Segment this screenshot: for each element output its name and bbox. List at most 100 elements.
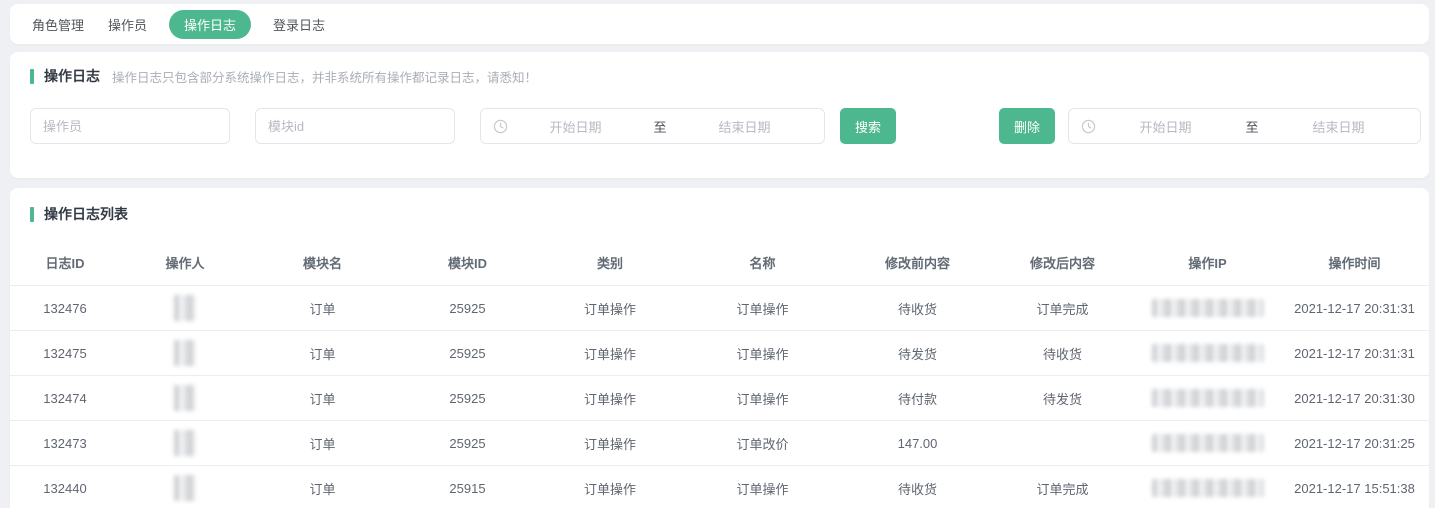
- cell-before-content: 待收货: [845, 286, 990, 330]
- search-section-title: 操作日志: [44, 66, 100, 86]
- cell-time: 2021-12-17 20:31:31: [1280, 331, 1429, 375]
- table-section-title: 操作日志列表: [44, 204, 128, 224]
- cell-operator: [120, 466, 250, 508]
- module-id-input[interactable]: [255, 108, 455, 144]
- table-row: 132474订单25925订单操作订单操作待付款待发货2021-12-17 20…: [10, 375, 1429, 420]
- cell-after-content: 订单完成: [990, 466, 1135, 508]
- cell-before-content: 待付款: [845, 376, 990, 420]
- cell-after-content: [990, 421, 1135, 465]
- table-row: 132440订单25915订单操作订单操作待收货订单完成2021-12-17 1…: [10, 465, 1429, 508]
- redacted-ip: [1152, 479, 1264, 497]
- cell-module-name: 订单: [250, 421, 395, 465]
- cell-after-content: 订单完成: [990, 286, 1135, 330]
- cell-ip: [1135, 376, 1280, 420]
- table-section-header: 操作日志列表: [10, 204, 1429, 224]
- date-separator: 至: [1235, 117, 1269, 136]
- cell-category: 订单操作: [540, 376, 680, 420]
- clock-icon: [493, 119, 508, 134]
- operation-log-table: 日志ID操作人模块名模块ID类别名称修改前内容修改后内容操作IP操作时间 132…: [10, 240, 1429, 508]
- cell-module-id: 25925: [395, 331, 540, 375]
- cell-time: 2021-12-17 15:51:38: [1280, 466, 1429, 508]
- cell-module-name: 订单: [250, 466, 395, 508]
- cell-ip: [1135, 286, 1280, 330]
- redacted-operator: [174, 475, 196, 501]
- redacted-operator: [174, 430, 196, 456]
- cell-before-content: 147.00: [845, 421, 990, 465]
- tab-operation-log[interactable]: 操作日志: [169, 10, 251, 39]
- cell-module-name: 订单: [250, 376, 395, 420]
- redacted-operator: [174, 295, 196, 321]
- cell-name: 订单操作: [680, 466, 845, 508]
- page: 角色管理操作员操作日志登录日志 操作日志 操作日志只包含部分系统操作日志，并非系…: [0, 0, 1435, 508]
- cell-time: 2021-12-17 20:31:30: [1280, 376, 1429, 420]
- tab-login-log[interactable]: 登录日志: [271, 10, 327, 39]
- filter-row: 开始日期 至 结束日期 搜索 删除 开始日期 至 结束日期: [30, 108, 1421, 144]
- column-header-name: 名称: [680, 240, 845, 285]
- redacted-ip: [1152, 389, 1264, 407]
- operator-input[interactable]: [30, 108, 230, 144]
- cell-log-id: 132474: [10, 376, 120, 420]
- end-date-placeholder: 结束日期: [677, 117, 812, 136]
- table-row: 132473 订单25925订单操作订单改价147.00 2021-12-17 20…: [10, 420, 1429, 465]
- cell-module-id: 25925: [395, 286, 540, 330]
- search-button[interactable]: 搜索: [840, 108, 896, 144]
- column-header-category: 类别: [540, 240, 680, 285]
- cell-name: 订单操作: [680, 331, 845, 375]
- redacted-operator: [174, 340, 196, 366]
- section-accent-bar: [30, 69, 34, 84]
- cell-before-content: 待发货: [845, 331, 990, 375]
- search-panel: 操作日志 操作日志只包含部分系统操作日志，并非系统所有操作都记录日志，请悉知！ …: [10, 52, 1429, 178]
- redacted-ip: [1152, 434, 1264, 452]
- clock-icon: [1081, 119, 1096, 134]
- cell-ip: [1135, 421, 1280, 465]
- column-header-log-id: 日志ID: [10, 240, 120, 285]
- cell-log-id: 132476: [10, 286, 120, 330]
- table-row: 132475订单25925订单操作订单操作待发货待收货2021-12-17 20…: [10, 330, 1429, 375]
- redacted-ip: [1152, 344, 1264, 362]
- start-date-placeholder: 开始日期: [1096, 117, 1235, 136]
- cell-ip: [1135, 466, 1280, 508]
- cell-time: 2021-12-17 20:31:31: [1280, 286, 1429, 330]
- cell-ip: [1135, 331, 1280, 375]
- table-row: 132476订单25925订单操作订单操作待收货订单完成2021-12-17 2…: [10, 285, 1429, 330]
- column-header-before-content: 修改前内容: [845, 240, 990, 285]
- cell-category: 订单操作: [540, 286, 680, 330]
- cell-module-id: 25925: [395, 421, 540, 465]
- cell-category: 订单操作: [540, 331, 680, 375]
- log-list-panel: 操作日志列表 日志ID操作人模块名模块ID类别名称修改前内容修改后内容操作IP操…: [10, 188, 1429, 508]
- cell-name: 订单操作: [680, 286, 845, 330]
- cell-name: 订单改价: [680, 421, 845, 465]
- cell-operator: [120, 331, 250, 375]
- cell-log-id: 132473: [10, 421, 120, 465]
- date-separator: 至: [643, 117, 677, 136]
- date-range-picker-1[interactable]: 开始日期 至 结束日期: [480, 108, 825, 144]
- cell-category: 订单操作: [540, 466, 680, 508]
- tab-operator[interactable]: 操作员: [106, 10, 149, 39]
- start-date-placeholder: 开始日期: [508, 117, 643, 136]
- cell-after-content: 待收货: [990, 331, 1135, 375]
- cell-before-content: 待收货: [845, 466, 990, 508]
- delete-button[interactable]: 删除: [999, 108, 1055, 144]
- column-header-time: 操作时间: [1280, 240, 1429, 285]
- cell-operator: [120, 421, 250, 465]
- cell-category: 订单操作: [540, 421, 680, 465]
- date-range-picker-2[interactable]: 开始日期 至 结束日期: [1068, 108, 1421, 144]
- cell-name: 订单操作: [680, 376, 845, 420]
- redacted-ip: [1152, 299, 1264, 317]
- table-header-row: 日志ID操作人模块名模块ID类别名称修改前内容修改后内容操作IP操作时间: [10, 240, 1429, 285]
- cell-time: 2021-12-17 20:31:25: [1280, 421, 1429, 465]
- column-header-module-id: 模块ID: [395, 240, 540, 285]
- end-date-placeholder: 结束日期: [1269, 117, 1408, 136]
- cell-log-id: 132475: [10, 331, 120, 375]
- cell-log-id: 132440: [10, 466, 120, 508]
- column-header-ip: 操作IP: [1135, 240, 1280, 285]
- cell-module-id: 25925: [395, 376, 540, 420]
- cell-after-content: 待发货: [990, 376, 1135, 420]
- cell-operator: [120, 376, 250, 420]
- search-section-header: 操作日志 操作日志只包含部分系统操作日志，并非系统所有操作都记录日志，请悉知！: [30, 66, 1421, 86]
- redacted-operator: [174, 385, 196, 411]
- cell-module-id: 25915: [395, 466, 540, 508]
- column-header-module-name: 模块名: [250, 240, 395, 285]
- search-section-subtitle: 操作日志只包含部分系统操作日志，并非系统所有操作都记录日志，请悉知！: [112, 67, 537, 86]
- tab-role-management[interactable]: 角色管理: [30, 10, 86, 39]
